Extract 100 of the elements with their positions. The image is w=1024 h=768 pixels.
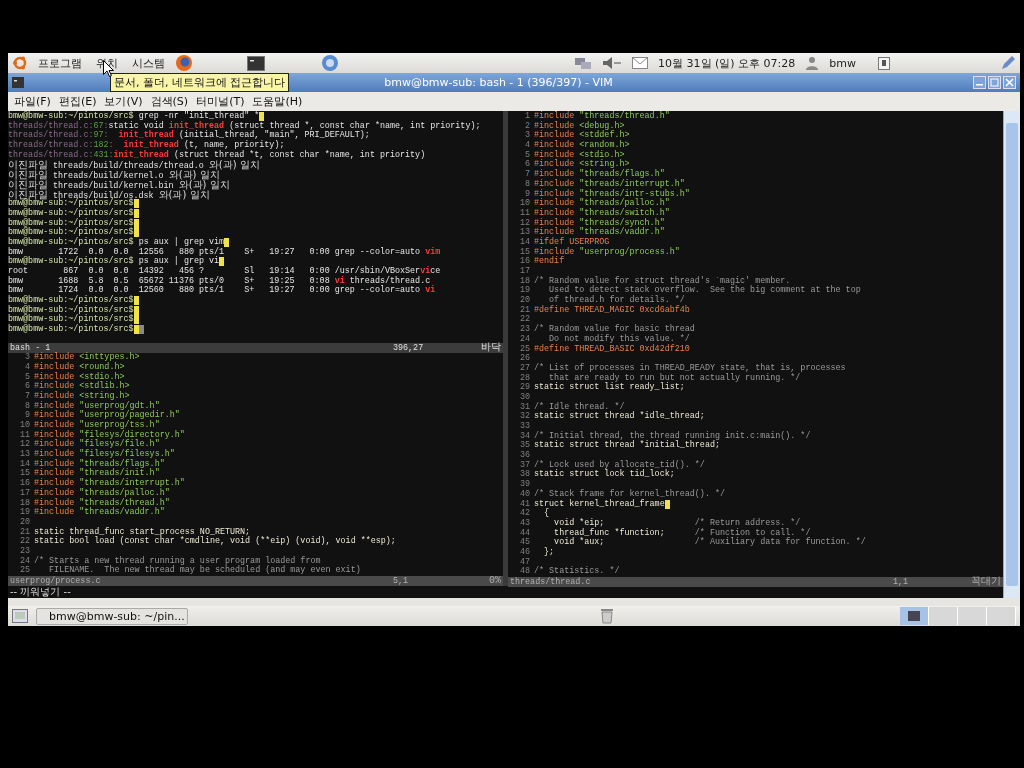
code-line: #include <stddef.h> <box>534 131 630 141</box>
status-position: 5,1 <box>393 576 410 586</box>
code-line: thread_func *function; /* Function to call. */ <box>553 528 811 538</box>
code-line: #include <debug.h> <box>534 121 625 131</box>
line-number: 13 <box>18 450 31 460</box>
code-line: #define THREAD_MAGIC 0xcd6abf4b <box>534 305 690 316</box>
panel-menu[interactable]: 시스템 <box>128 55 169 71</box>
code-line: #include "threads/flags.h" <box>534 170 665 180</box>
line-number: 1 <box>523 112 531 122</box>
line-number: 22 <box>18 537 31 547</box>
logo-icon[interactable] <box>12 55 28 71</box>
line-number: 31 <box>518 402 531 412</box>
line-number: 21 <box>518 305 531 315</box>
speaker-icon[interactable] <box>602 56 623 70</box>
line-number: 5 <box>523 150 531 160</box>
window-thumbnail-icon <box>908 611 920 621</box>
line-number: 5 <box>23 372 31 382</box>
desktop-icon[interactable] <box>12 609 28 623</box>
terminal-line: bmw 1722 0.0 0.0 12556 880 pts/1 S+ 19:27 0:00 grep --color=auto vim <box>8 247 442 257</box>
terminal-icon <box>12 77 24 88</box>
line-number: 44 <box>518 528 531 538</box>
line-number: 28 <box>518 373 531 383</box>
line-number: 19 <box>18 508 31 518</box>
panel-menu[interactable]: 프로그램 <box>34 55 86 71</box>
code-line: /* List of processes in THREAD_READY state, that is, processes <box>534 363 846 373</box>
code-line: #include "threads/palloc.h" <box>34 488 170 498</box>
code-line: #include "threads/interrupt.h" <box>34 479 185 489</box>
line-number: 17 <box>518 267 531 277</box>
line-number: 16 <box>18 479 31 489</box>
terminal-line: bmw@bmw-sub:~/pintos/src$ <box>8 305 503 316</box>
clock[interactable]: 10월 31일 (일) 오후 07:28 <box>658 55 796 71</box>
user-name[interactable]: bmw <box>829 56 856 70</box>
line-number: 11 <box>18 430 31 440</box>
tooltip: 문서, 폴더, 네트워크에 접근합니다 <box>110 73 290 92</box>
line-number: 38 <box>518 470 531 480</box>
code-line: Do not modify this value. */ <box>548 334 690 344</box>
line-number: 25 <box>18 566 31 576</box>
menu-item[interactable]: 편집(E) <box>54 94 101 109</box>
browser-icon[interactable] <box>175 54 193 72</box>
line-number: 34 <box>518 431 531 441</box>
trash-icon[interactable] <box>600 608 614 624</box>
workspace[interactable] <box>900 607 929 625</box>
line-number: 37 <box>518 460 531 470</box>
line-number: 47 <box>518 557 531 567</box>
line-number: 26 <box>518 354 531 364</box>
line-number: 27 <box>518 363 531 374</box>
terminal-icon[interactable] <box>247 55 265 71</box>
line-number: 18 <box>518 276 531 286</box>
menu-item[interactable]: 터미널(T) <box>192 94 249 109</box>
code-line: #include "threads/init.h" <box>34 469 160 479</box>
code-line: #include <string.h> <box>34 391 130 401</box>
line-number: 3 <box>23 353 31 363</box>
line-number: 43 <box>518 518 531 529</box>
code-line: /* Stack frame for kernel_thread(). */ <box>534 489 725 499</box>
line-number: 20 <box>18 517 31 528</box>
shutdown-icon[interactable] <box>878 56 890 70</box>
line-number: 9 <box>523 189 531 199</box>
line-number: 4 <box>23 362 31 373</box>
code-line: static thread_func start_process NO_RETURN; <box>34 527 251 537</box>
menu-item[interactable]: 도움말(H) <box>248 94 307 109</box>
code-line: #include "userprog/tss.h" <box>34 421 160 430</box>
status-file: userprog/process.c <box>10 576 101 586</box>
mail-icon[interactable] <box>632 57 649 69</box>
line-number: 20 <box>518 296 531 306</box>
line-number: 16 <box>518 257 531 267</box>
code-line: #include "userprog/gdt.h" <box>34 401 160 411</box>
maximize-button[interactable] <box>988 76 1001 89</box>
line-number: 30 <box>518 392 531 403</box>
code-line: #include "threads/intr-stubs.h" <box>534 189 690 199</box>
terminal-line: threads/thread.c:182: init_thread (t, name, priority); <box>8 141 286 151</box>
line-number: 46 <box>518 547 531 558</box>
network-icon[interactable] <box>574 56 593 70</box>
line-number: 42 <box>518 509 531 519</box>
line-number: 29 <box>518 383 531 393</box>
minimize-button[interactable] <box>973 76 986 89</box>
menu-item[interactable]: 검색(S) <box>146 94 193 109</box>
code-line: #include "userprog/pagedir.h" <box>34 411 180 421</box>
line-number: 40 <box>518 489 531 500</box>
task-button[interactable]: bmw@bmw-sub: ~/pin... <box>36 607 188 625</box>
code-line: #include <stdio.h> <box>34 372 125 382</box>
code-line: /* Lock used by allocate_tid(). */ <box>534 460 705 470</box>
line-number: 39 <box>518 480 531 490</box>
code-line: /* Initial thread, the thread running init.c:main(). */ <box>534 431 811 441</box>
code-line: #include <stdlib.h> <box>34 382 130 392</box>
code-line: /* Starts a new thread running a user program loaded from <box>34 556 321 566</box>
terminal-line: bmw@bmw-sub:~/pintos/src$ ps aux | grep vi <box>8 257 503 267</box>
menu-item[interactable]: 파일(F) <box>10 94 55 109</box>
code-line: #endif <box>534 257 565 267</box>
pen-icon[interactable] <box>1000 55 1016 71</box>
globe-icon[interactable] <box>321 54 339 72</box>
menu-item[interactable]: 보기(V) <box>100 94 147 109</box>
code-line: #include "threads/switch.h" <box>534 208 670 218</box>
close-button[interactable] <box>1003 76 1016 89</box>
line-number: 6 <box>523 160 531 170</box>
line-number: 18 <box>18 498 31 508</box>
status-scroll: 0% <box>488 576 501 586</box>
line-number: 19 <box>518 286 531 296</box>
terminal-line: threads/thread.c:97: init_thread (initial_thread, "main", PRI_DEFAULT); <box>8 131 371 141</box>
terminal-line: bmw 1688 5.8 0.5 65672 11376 pts/0 S+ 19:25 0:08 vi threads/thread.c <box>8 276 431 286</box>
line-number: 24 <box>18 556 31 566</box>
